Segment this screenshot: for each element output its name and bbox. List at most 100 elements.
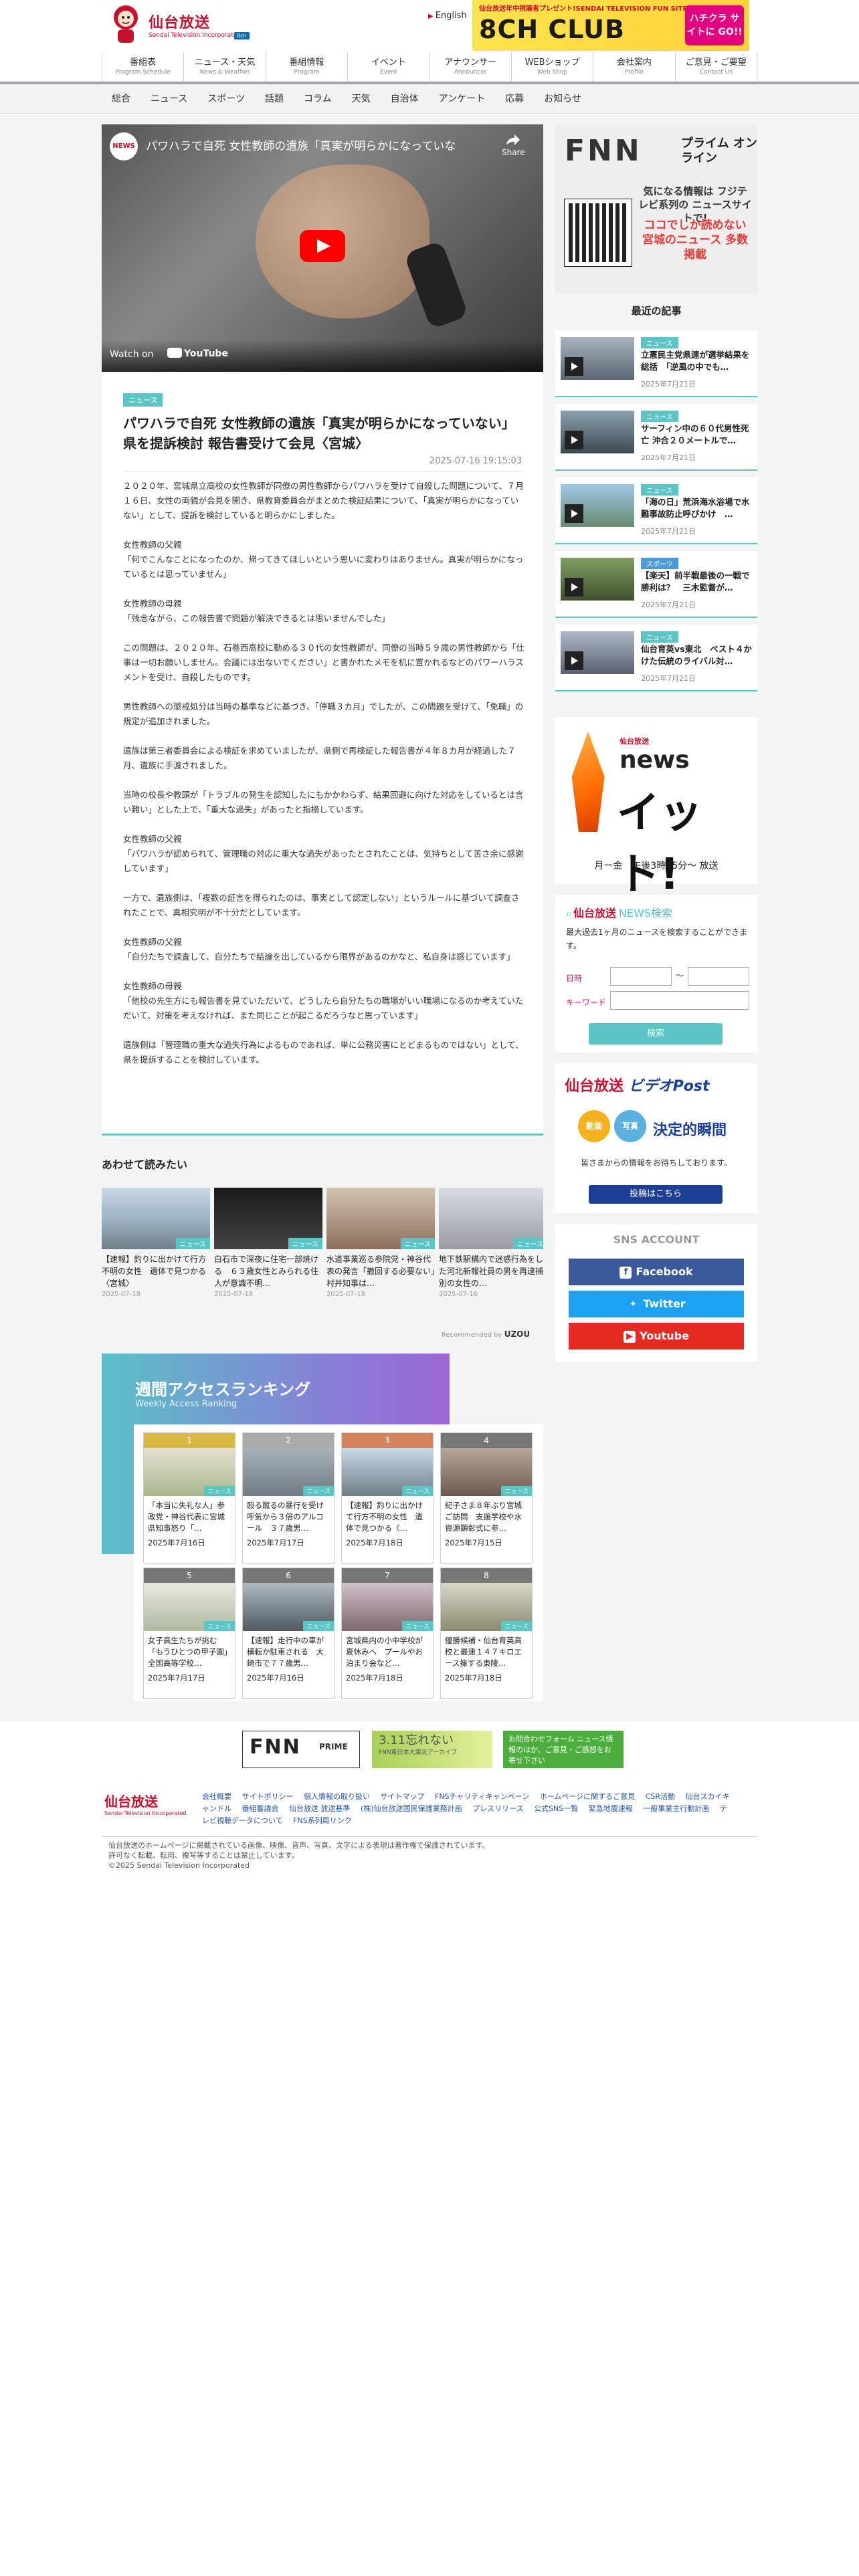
footer-link[interactable]: 番組審議会 — [242, 1804, 279, 1813]
video-title[interactable]: パワハラで自死 女性教師の遺族「真実が明らかになっていな — [146, 136, 494, 153]
watch-on-label[interactable]: Watch on — [110, 349, 153, 360]
footer-logo[interactable]: 仙台放送 Sendai Television Incorporated — [104, 1791, 187, 1816]
copyright-line: ©2025 Sendai Television Incorporated — [108, 1861, 250, 1870]
gnav-contact[interactable]: ご意見・ご要望 Contact Us — [676, 52, 757, 82]
gnav-label: アナウンサー — [444, 58, 497, 68]
subnav-item-topics[interactable]: 話題 — [255, 84, 294, 114]
footer-link[interactable]: 個人情報の取り扱い — [304, 1792, 370, 1801]
gnav-event[interactable]: イベント Event — [348, 52, 430, 82]
footer-link[interactable]: サイトポリシー — [242, 1792, 294, 1801]
date-to-input[interactable] — [688, 967, 749, 986]
article-category-tag[interactable]: ニュース — [123, 393, 163, 407]
global-nav: 番組表 Program Schedule ニュース・天気 News & Weathe… — [102, 52, 757, 82]
logo-badge: 8ch — [234, 32, 250, 39]
qr-code-icon — [564, 199, 632, 267]
gnav-label: ご意見・ご要望 — [685, 58, 747, 68]
facebook-button[interactable]: f Facebook — [569, 1259, 744, 1285]
photo-circle-icon: 写真 — [614, 1110, 646, 1142]
article-paragraph: 当時の校長や教頭が「トラブルの発生を認知したにもかかわらず、結果回避に向けた対応… — [123, 790, 524, 815]
gnav-profile[interactable]: 会社案内 Profile — [593, 52, 676, 82]
ranking-thumbnail: ニュース — [243, 1583, 334, 1631]
footer-link[interactable]: 会社概要 — [202, 1792, 231, 1801]
inquiry-form-banner[interactable]: お問合わせフォーム ニュース情報のほか、ご意見・ご感想をお寄せ下さい — [503, 1731, 624, 1768]
youtube-button[interactable]: ▶ Youtube — [569, 1323, 744, 1350]
youtube-logo[interactable]: YouTube — [167, 348, 228, 359]
subnav-item-weather[interactable]: 天気 — [342, 84, 381, 114]
related-date: 2025-07-18 — [326, 1291, 366, 1298]
youtube-icon: ▶ — [624, 1331, 636, 1343]
footer-link[interactable]: 一般事業主行動計画 — [643, 1804, 709, 1813]
related-item[interactable]: ニュース 水道事業巡る参院党・神谷代表の発言「撤回する必要ない」村井知事は… 2… — [326, 1188, 435, 1301]
subnav-item-notice[interactable]: お知らせ — [534, 84, 591, 114]
footer-link[interactable]: 仙台放送 放送基準 — [289, 1804, 351, 1813]
ranking-item[interactable]: 6 ニュース 【速報】走行中の車が横転か駐車される 大崎市で７７歳男… 2025… — [242, 1568, 335, 1699]
related-item[interactable]: ニュース 地下鉄駅構内で迷惑行為をした河北新報社員の男を再逮捕 別の女性の… 2… — [439, 1188, 543, 1301]
share-button[interactable]: Share — [502, 134, 525, 157]
latest-article-item[interactable]: スポーツ 【楽天】前半戦最後の一戦で勝利は？ 三木監督が… 2025年7月21日 — [555, 551, 757, 618]
gnav-program[interactable]: 番組情報 Program — [266, 52, 349, 82]
latest-article-item[interactable]: ニュース サーフィン中の６０代男性死亡 沖合２０メートルで… 2025年7月21… — [555, 404, 757, 471]
fnn-prime-banner[interactable]: FNN PRIME — [242, 1731, 360, 1768]
footer-link[interactable]: 公式SNS一覧 — [534, 1804, 578, 1813]
article-paragraph: 遺族側は「管理職の重大な過失行為によるものであれば、単に公務災害にとどまるもので… — [123, 1040, 524, 1065]
ranking-thumbnail: ニュース — [144, 1583, 235, 1631]
article-paragraph: 遺族は第三者委員会による検証を求めていましたが、県側で再検証した報告書が４年８カ… — [123, 746, 516, 770]
gnav-news-weather[interactable]: ニュース・天気 News & Weather — [184, 52, 266, 82]
subnav-item-sports[interactable]: スポーツ — [197, 84, 255, 114]
it-program-banner[interactable]: 仙台放送 news イット! 月ー金 午後3時45分～ 放送 — [555, 717, 757, 899]
ranking-item[interactable]: 8 ニュース 優勝候補・仙台育英高校と最速１４７キロエース擁する東陵… 2025… — [440, 1568, 533, 1699]
311-archive-banner[interactable]: 3.11忘れない FNN東日本大震災アーカイブ — [372, 1731, 492, 1768]
latest-article-item[interactable]: ニュース 立憲民主党県連が選挙結果を総括 「逆風の中でも… 2025年7月21日 — [555, 330, 757, 397]
subnav-item-survey[interactable]: アンケート — [429, 84, 495, 114]
subnav-item-municipality[interactable]: 自治体 — [381, 84, 429, 114]
footer-link[interactable]: (株)仙台放送国民保護業務計画 — [361, 1804, 462, 1813]
subnav-item-news[interactable]: ニュース — [140, 84, 197, 114]
latest-article-thumbnail — [561, 484, 634, 527]
subnav-item-column[interactable]: コラム — [294, 84, 342, 114]
footer-link[interactable]: CSR活動 — [646, 1792, 675, 1801]
related-item[interactable]: ニュース 白石市で深夜に住宅一部焼ける ６３歳女性とみられる住人が意識不明… 2… — [214, 1188, 322, 1301]
ranking-item[interactable]: 4 ニュース 紀子さま８年ぶり宮城ご訪問 支援学校や水資源顕彰式に参… 2025… — [440, 1432, 533, 1564]
ranking-tag: ニュース — [204, 1621, 235, 1631]
news-search-description: 最大過去1ヶ月のニュースを検索することができます。 — [566, 928, 748, 950]
footer-link[interactable]: ホームページに関するご意見 — [540, 1792, 635, 1801]
ranking-item[interactable]: 7 ニュース 宮城県内の小中学校が夏休みへ プールやお泊まり会など… 2025年… — [341, 1568, 434, 1699]
footer-link[interactable]: サイトマップ — [381, 1792, 425, 1801]
gnav-program-schedule[interactable]: 番組表 Program Schedule — [102, 52, 185, 82]
date-from-input[interactable] — [610, 967, 672, 986]
subnav-item-all[interactable]: 総合 — [102, 84, 140, 114]
keyword-input[interactable] — [610, 991, 749, 1010]
channel-avatar[interactable]: NEWS — [110, 132, 138, 160]
twitter-button[interactable]: ✦ Twitter — [569, 1291, 744, 1317]
related-tag: ニュース — [175, 1238, 210, 1249]
site-logo[interactable]: 仙台放送 Sendai Television Incorporated 8ch — [107, 3, 261, 47]
play-button[interactable] — [300, 230, 345, 262]
footer-link[interactable]: 緊急地震速報 — [589, 1804, 633, 1813]
article-card: NEWS パワハラで自死 女性教師の遺族「真実が明らかになっていな Share … — [102, 124, 543, 1136]
video-player[interactable]: NEWS パワハラで自死 女性教師の遺族「真実が明らかになっていな Share … — [102, 124, 543, 372]
ranking-title: 女子高生たちが挑む「もうひとつの甲子園」全国高等学校… — [148, 1636, 228, 1668]
english-link[interactable]: ▶ English — [428, 11, 467, 21]
recommended-by[interactable]: Recommended by UZOU — [442, 1329, 530, 1339]
ranking-item[interactable]: 3 ニュース 【速報】釣りに出かけて行方不明の女性 遺体で見つかる〈… 2025… — [341, 1432, 434, 1564]
search-button[interactable]: 検索 — [589, 1023, 723, 1045]
subnav-item-apply[interactable]: 応募 — [495, 84, 534, 114]
footer-link[interactable]: プレスリリース — [472, 1804, 523, 1813]
video-post-button[interactable]: 投稿はこちら — [589, 1185, 723, 1204]
ranking-item[interactable]: 5 ニュース 女子高生たちが挑む「もうひとつの甲子園」全国高等学校… 2025年… — [143, 1568, 235, 1699]
latest-article-date: 2025年7月21日 — [641, 674, 696, 683]
latest-article-item[interactable]: ニュース 「海の日」荒浜海水浴場で水難事故防止呼びかけ … 2025年7月21日 — [555, 477, 757, 544]
8ch-club-banner[interactable]: 仙台放送年中視聴者プレゼント!SENDAI TELEVISION FUN SIT… — [472, 0, 749, 51]
gnav-sublabel: Program Schedule — [115, 69, 171, 76]
fnn-prime-online-ad[interactable]: FNN プライム オンライン 気になる情報は フジテレビ系列の ニュースサイトで… — [555, 124, 757, 294]
rank-number: 3 — [342, 1433, 433, 1448]
footer-link[interactable]: FNSチャリティキャンペーン — [435, 1792, 529, 1801]
footer-link[interactable]: FNS系列局リンク — [293, 1816, 352, 1825]
gnav-web-shop[interactable]: WEBショップ Web Shop — [512, 52, 594, 82]
ranking-item[interactable]: 1 ニュース 「本当に失礼な人」参政党・神谷代表に宮城県知事怒り「… 2025年… — [143, 1432, 235, 1564]
ranking-item[interactable]: 2 ニュース 殴る蹴るの暴行を受け 呼気から３倍のアルコール ３７歳男… 202… — [242, 1432, 335, 1564]
latest-article-item[interactable]: ニュース 仙台育英vs東北 ベスト４かけた伝統のライバル対… 2025年7月21… — [555, 625, 757, 691]
related-thumbnail: ニュース — [214, 1188, 322, 1249]
related-item[interactable]: ニュース 【速報】釣りに出かけて行方不明の女性 遺体で見つかる〈宮城〉 2025… — [102, 1188, 210, 1301]
gnav-announcer[interactable]: アナウンサー Announcer — [430, 52, 512, 82]
